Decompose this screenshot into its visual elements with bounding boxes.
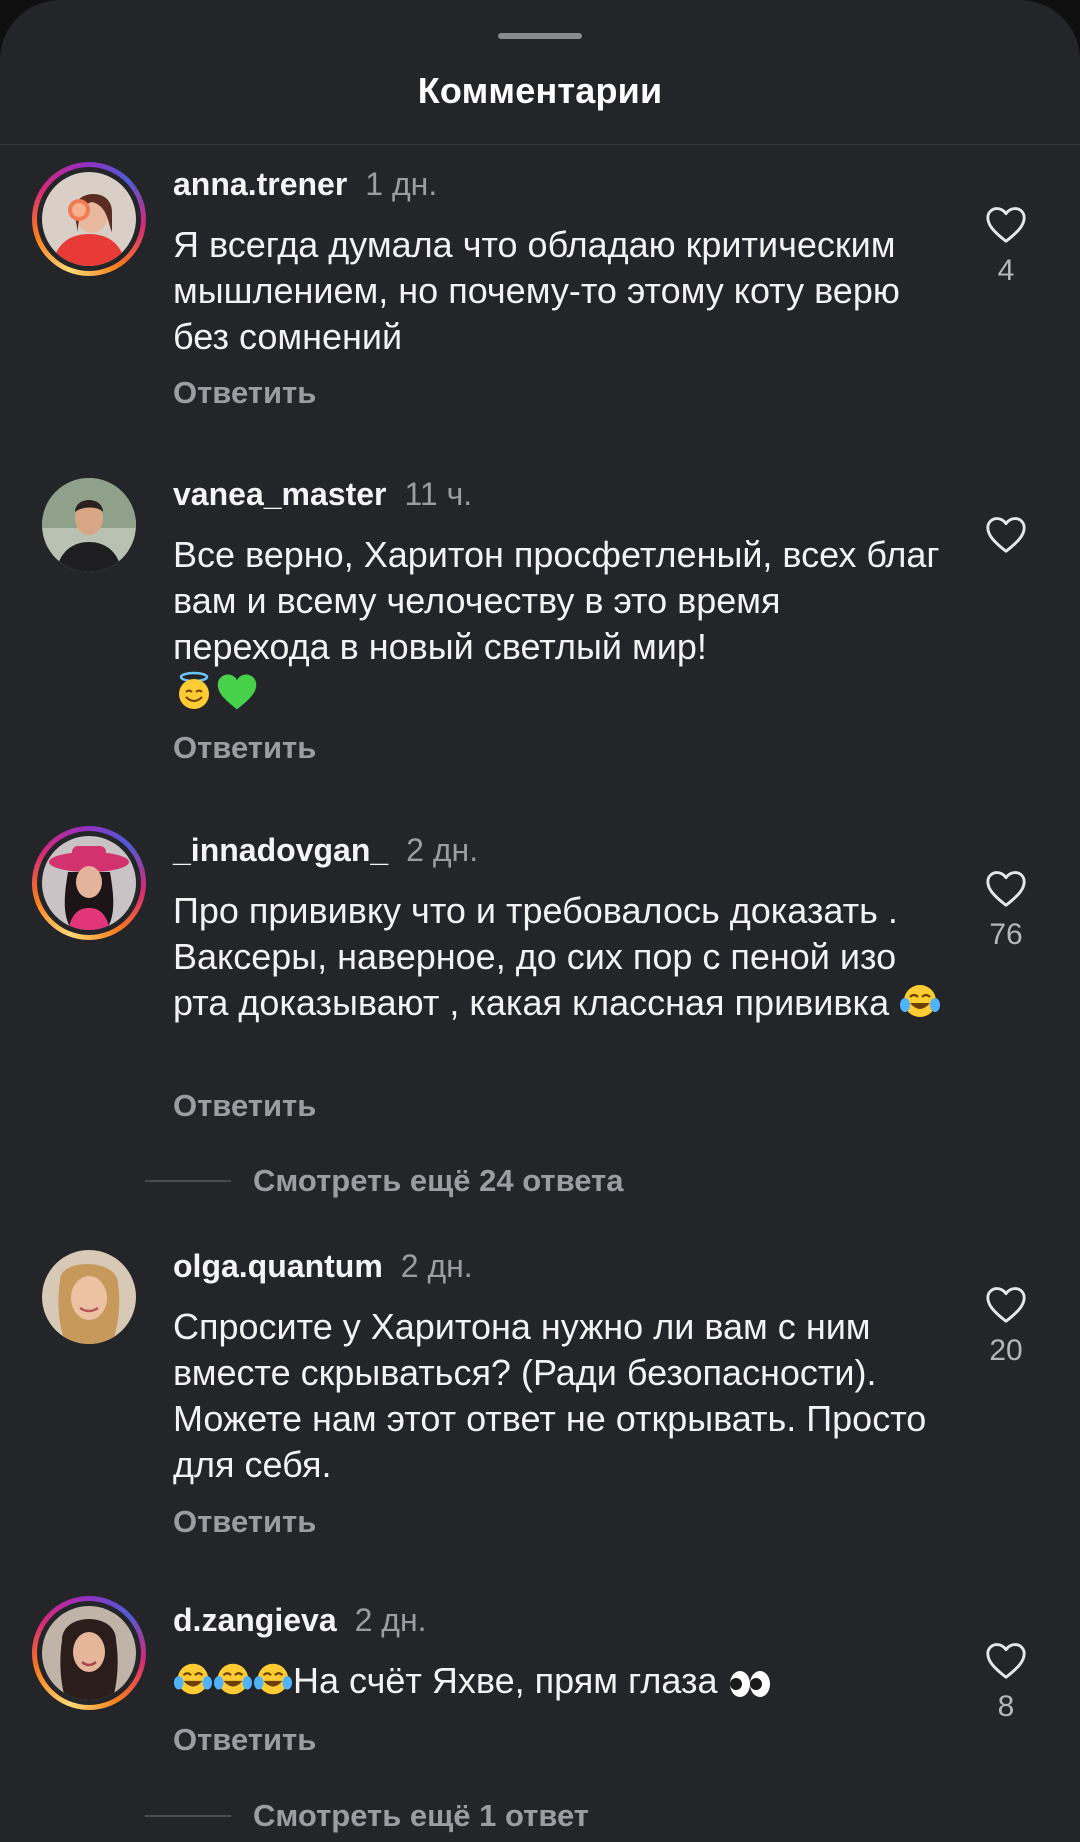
comment-username[interactable]: olga.quantum xyxy=(173,1248,383,1284)
like-button[interactable]: 8 xyxy=(966,1640,1046,1724)
story-ring xyxy=(32,162,146,276)
like-count: 76 xyxy=(989,918,1023,951)
avatar[interactable] xyxy=(32,162,146,276)
comment-username[interactable]: d.zangieva xyxy=(173,1602,337,1638)
avatar-image xyxy=(42,1250,136,1344)
header-divider xyxy=(0,144,1080,145)
face-with-tears-of-joy-icon xyxy=(899,981,941,1032)
comment-time: 11 ч. xyxy=(404,476,473,512)
avatar[interactable] xyxy=(42,478,136,572)
heart-outline-icon xyxy=(986,871,1026,907)
avatar-image xyxy=(42,478,136,572)
comment-text: Спросите у Харитона нужно ли вам с ним в… xyxy=(173,1306,927,1485)
avatar[interactable] xyxy=(32,1596,146,1710)
view-more-replies-button[interactable]: Смотреть ещё 1 ответ xyxy=(145,1796,589,1836)
story-ring xyxy=(32,826,146,940)
story-ring xyxy=(32,1596,146,1710)
heart-outline-icon xyxy=(986,1643,1026,1679)
reply-button[interactable]: Ответить xyxy=(173,730,316,766)
comments-sheet: Комментарии anna.trener 1 дн. Я всегда д… xyxy=(0,0,1080,1842)
comment-text: Все верно, Харитон просфетленый, всех бл… xyxy=(173,534,940,667)
comment-username[interactable]: _innadovgan_ xyxy=(173,832,388,868)
view-more-line xyxy=(145,1815,231,1817)
heart-outline-icon xyxy=(986,1287,1026,1323)
like-count: 8 xyxy=(997,1690,1015,1723)
reply-button[interactable]: Ответить xyxy=(173,1722,316,1758)
reply-button[interactable]: Ответить xyxy=(173,375,316,411)
like-count: 20 xyxy=(989,1334,1023,1367)
comment-time: 2 дн. xyxy=(400,1248,473,1284)
avatar-image xyxy=(42,172,136,266)
smiling-face-with-halo-icon xyxy=(173,670,215,723)
view-more-line xyxy=(145,1180,231,1182)
reply-button[interactable]: Ответить xyxy=(173,1088,316,1124)
view-more-replies-button[interactable]: Смотреть ещё 24 ответа xyxy=(145,1161,623,1201)
like-count: 4 xyxy=(997,254,1015,287)
comment-username[interactable]: anna.trener xyxy=(173,166,347,202)
face-with-tears-of-joy-icon xyxy=(253,1659,293,1710)
eyes-icon xyxy=(728,1664,772,1710)
comment-time: 1 дн. xyxy=(365,166,438,202)
page-title: Комментарии xyxy=(417,70,663,111)
view-more-label: Смотреть ещё 24 ответа xyxy=(253,1163,624,1198)
heart-outline-icon xyxy=(986,207,1026,243)
comment-text: Я всегда думала что обладаю критическим … xyxy=(173,224,900,357)
like-button[interactable]: 76 xyxy=(966,868,1046,952)
avatar-image xyxy=(42,836,136,930)
like-button[interactable]: 20 xyxy=(966,1284,1046,1368)
like-button[interactable]: 4 xyxy=(966,204,1046,288)
face-with-tears-of-joy-icon xyxy=(213,1659,253,1710)
like-button[interactable] xyxy=(966,514,1046,564)
view-more-label: Смотреть ещё 1 ответ xyxy=(253,1798,589,1833)
reply-button[interactable]: Ответить xyxy=(173,1504,316,1540)
avatar[interactable] xyxy=(42,1250,136,1344)
green-heart-icon xyxy=(215,670,259,723)
avatar-image xyxy=(42,1606,136,1700)
face-with-tears-of-joy-icon xyxy=(173,1659,213,1710)
comment-text: Про прививку что и требовалось доказать … xyxy=(173,890,898,1023)
drag-handle[interactable] xyxy=(498,33,582,39)
avatar[interactable] xyxy=(32,826,146,940)
comment-time: 2 дн. xyxy=(406,832,479,868)
comment-text: На счёт Яхве, прям глаза xyxy=(293,1660,718,1701)
comment-username[interactable]: vanea_master xyxy=(173,476,386,512)
comment-time: 2 дн. xyxy=(354,1602,427,1638)
heart-outline-icon xyxy=(986,517,1026,553)
